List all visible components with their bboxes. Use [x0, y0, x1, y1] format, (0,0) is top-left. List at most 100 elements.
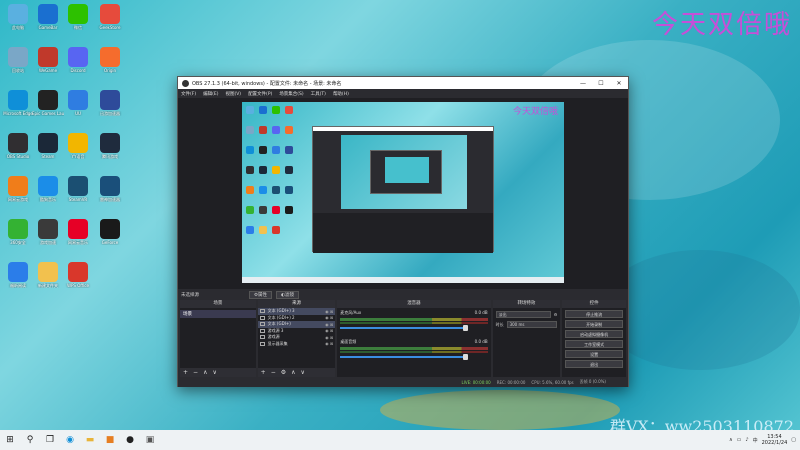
channel-db: 0.0 dB [474, 339, 488, 344]
desktop-icon-steamvr[interactable]: SteamVR [62, 176, 94, 202]
desktop-icon-wechat[interactable]: 微信 [62, 4, 94, 30]
volume-slider[interactable] [340, 325, 469, 331]
visibility-lock-icon[interactable]: ◉ ⊠ [325, 315, 333, 320]
desktop-icon-yy[interactable]: YY语音 [62, 133, 94, 159]
network-icon[interactable]: ▭ [737, 437, 742, 443]
stop-streaming-button[interactable]: 停止推流 [565, 310, 623, 318]
notification-icon[interactable]: ▢ [791, 437, 796, 443]
taskbar: ⊞ ⚲ ❐ ◉ ▬ ■ ● ▣ ∧ ▭ ♪ 中 13:54 2022/1/24 … [0, 430, 800, 450]
source-label: 文本 (GDI+) 3 [267, 308, 295, 314]
studio-mode-button[interactable]: 工作室模式 [565, 340, 623, 348]
add-scene-icon[interactable]: + [183, 369, 188, 376]
edge-icon[interactable]: ◉ [62, 432, 78, 448]
tray-chevron-icon[interactable]: ∧ [729, 437, 733, 443]
volume-icon[interactable]: ♪ [745, 437, 748, 443]
desktop-icon-game-boost[interactable]: 游戏加速 [32, 219, 64, 245]
clock[interactable]: 13:54 2022/1/24 [762, 434, 788, 446]
desktop-icon-obs[interactable]: OBS Studio [2, 133, 34, 159]
menu-file[interactable]: 文件(F) [181, 91, 196, 97]
visibility-lock-icon[interactable]: ◉ ⊠ [325, 309, 333, 314]
live-status: LIVE: 00:00:00 [461, 379, 491, 385]
preview-area[interactable]: 今天双倍哦 [178, 98, 628, 289]
desktop-icon-netease-game[interactable]: 网易云游戏 [2, 176, 34, 202]
desktop-icon-leishen[interactable]: 雷神加速器 [94, 176, 126, 202]
visibility-lock-icon[interactable]: ◉ ⊠ [325, 335, 333, 340]
visibility-lock-icon[interactable]: ◉ ⊠ [325, 341, 333, 346]
menu-help[interactable]: 帮助(H) [333, 91, 349, 97]
desktop-icon-steam[interactable]: Steam [32, 133, 64, 159]
desktop-icon-wegame[interactable]: WeGame [32, 47, 64, 73]
desktop-icon-folder[interactable]: 新建文件夹 [32, 262, 64, 288]
settings-button[interactable]: 设置 [565, 350, 623, 358]
scene-item[interactable]: 场景 [180, 310, 256, 318]
desktop-icon-gamebar[interactable]: GameBar [32, 4, 64, 30]
properties-button[interactable]: ⚙属性 [249, 290, 273, 299]
ime-icon[interactable]: 中 [753, 437, 758, 444]
desktop-icon-netease-music[interactable]: 网易云音乐 [62, 219, 94, 245]
menu-tools[interactable]: 工具(T) [311, 91, 326, 97]
filters-button[interactable]: ◐滤镜 [276, 290, 299, 299]
exit-button[interactable]: 退出 [565, 360, 623, 368]
preview-wegame-icon [259, 126, 267, 134]
obs-docks: 场景 场景 + − ∧ ∨ 来源 文本 (GDI+) 3 ◉ ⊠ 文本 (GDI+)… [178, 300, 628, 377]
source-item[interactable]: 显示器采集 ◉ ⊠ [258, 341, 336, 348]
desktop-icon-origin[interactable]: Origin [94, 47, 126, 73]
task-view-icon[interactable]: ❐ [42, 432, 58, 448]
gamebar-icon [38, 4, 58, 24]
desktop-icon-reader[interactable]: 福昕阅读 [2, 262, 34, 288]
reader-icon [8, 262, 28, 282]
file-explorer-icon[interactable]: ▬ [82, 432, 98, 448]
desktop-icon-edge[interactable]: Microsoft Edge [2, 90, 34, 116]
desktop-icon-label: 此电脑 [12, 25, 24, 30]
store-icon[interactable]: ■ [102, 432, 118, 448]
move-up-icon[interactable]: ∧ [203, 369, 207, 376]
desktop-icon-label: 福昕阅读 [10, 283, 26, 288]
desktop-icon-game-store[interactable]: GeekStore [94, 4, 126, 30]
visibility-lock-icon[interactable]: ◉ ⊠ [325, 322, 333, 327]
transition-settings-icon[interactable]: ⚙ [554, 312, 558, 317]
transition-select[interactable]: 淡出 [495, 311, 551, 318]
remove-scene-icon[interactable]: − [193, 369, 198, 376]
move-down-icon[interactable]: ∨ [212, 369, 216, 376]
visibility-lock-icon[interactable]: ◉ ⊠ [325, 328, 333, 333]
desktop-icon-uu-booster[interactable]: UU [62, 90, 94, 116]
desktop-icon-wps[interactable]: WPS Office [62, 262, 94, 288]
desktop-icon-recycle-bin[interactable]: 回收站 [2, 47, 34, 73]
source-toolbar: 未选择源 ⚙属性 ◐滤镜 [178, 289, 628, 300]
desktop-icon-computer[interactable]: 此电脑 [2, 4, 34, 30]
menu-view[interactable]: 视图(V) [225, 91, 241, 97]
obs-titlebar[interactable]: OBS 27.1.3 (64-bit, windows) - 配置文件: 未命名… [178, 77, 628, 89]
duration-input[interactable]: 300 ms [506, 321, 558, 328]
volume-slider[interactable] [340, 354, 469, 360]
obs-icon[interactable]: ● [122, 432, 138, 448]
windows-start-icon[interactable]: ⊞ [2, 432, 18, 448]
menu-scene-collection[interactable]: 场景集合(S) [279, 91, 303, 97]
desktop-icon-xunyou[interactable]: 迅游加速器 [94, 90, 126, 116]
sources-header: 来源 [257, 300, 336, 308]
start-recording-button[interactable]: 开始录制 [565, 320, 623, 328]
desktop-icon-kugou[interactable]: 酷狗音乐 [32, 176, 64, 202]
menu-edit[interactable]: 编辑(E) [203, 91, 218, 97]
menu-profile[interactable]: 配置文件(P) [248, 91, 272, 97]
desktop-icon-discord[interactable]: Discord [62, 47, 94, 73]
desktop-icon-label: GameBar [38, 25, 58, 30]
move-up-icon[interactable]: ∧ [291, 369, 295, 376]
minimize-button[interactable]: — [574, 80, 592, 87]
media-icon[interactable]: ▣ [142, 432, 158, 448]
source-settings-icon[interactable]: ⚙ [281, 369, 286, 376]
desktop-icon-geforce[interactable]: GeForce [94, 219, 126, 245]
search-icon[interactable]: ⚲ [22, 432, 38, 448]
source-label: 游戏源 3 [267, 327, 284, 333]
add-source-icon[interactable]: + [261, 369, 266, 376]
desktop-icon-tencent-games[interactable]: 腾讯游戏 [94, 133, 126, 159]
maximize-button[interactable]: ☐ [592, 80, 610, 87]
steam-icon [38, 133, 58, 153]
remove-source-icon[interactable]: − [271, 369, 276, 376]
move-down-icon[interactable]: ∨ [301, 369, 305, 376]
desktop-icon-epic[interactable]: Epic Games Launcher [32, 90, 64, 116]
desktop-icon-360[interactable]: 360安全 [2, 219, 34, 245]
desktop-icon-label: 酷狗音乐 [40, 197, 56, 202]
close-button[interactable]: ✕ [610, 80, 628, 87]
virtual-camera-button[interactable]: 启动虚拟摄像机 [565, 330, 623, 338]
clock-date: 2022/1/24 [761, 440, 788, 446]
